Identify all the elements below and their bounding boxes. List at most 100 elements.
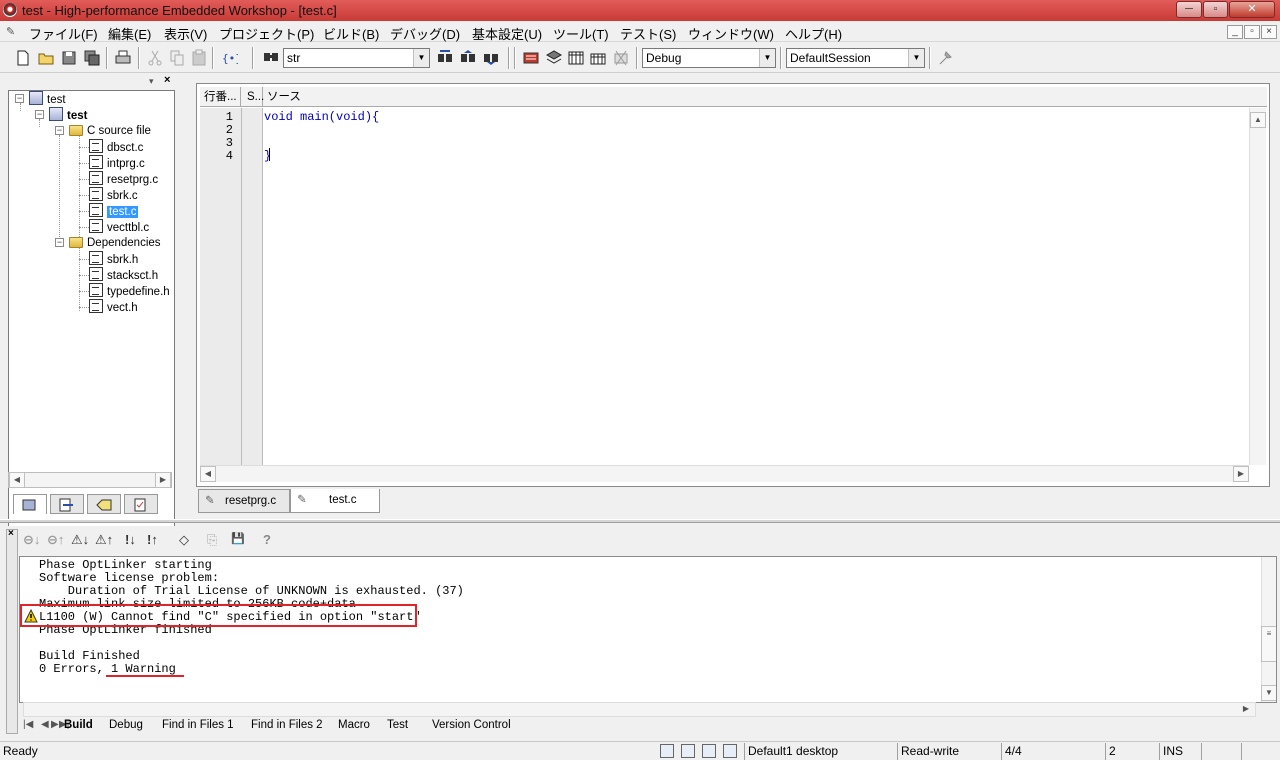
find-combo[interactable]: str ▼	[283, 48, 430, 68]
build-multiple-icon[interactable]	[589, 49, 607, 67]
close-button[interactable]: ✕	[1229, 1, 1275, 18]
chevron-down-icon[interactable]: ▼	[759, 49, 775, 67]
tab-test[interactable]	[124, 494, 158, 514]
next-warning-icon[interactable]: ⚠↓	[71, 532, 89, 548]
build-icon[interactable]	[545, 49, 563, 67]
layout-3-icon[interactable]	[702, 744, 716, 758]
code-line[interactable]: }	[264, 150, 271, 163]
minimize-button[interactable]: ─	[1176, 1, 1202, 18]
menu-test[interactable]: テスト(S)	[620, 24, 676, 43]
hew-app-icon[interactable]	[3, 3, 17, 17]
status-resize-grip[interactable]	[1241, 743, 1280, 760]
tree-file-stacksct[interactable]: stacksct.h	[89, 267, 158, 283]
layout-4-icon[interactable]	[723, 744, 737, 758]
panel-close-icon[interactable]: ×	[164, 74, 170, 86]
scroll-thumb[interactable]: ≡	[1261, 626, 1276, 662]
pane-splitter[interactable]	[0, 519, 1280, 523]
paste-icon[interactable]	[190, 49, 208, 67]
save-all-icon[interactable]	[83, 49, 101, 67]
tab-scroll-prev-icon[interactable]: ◀	[41, 716, 49, 734]
tab-templates[interactable]	[50, 494, 84, 514]
status-gutter[interactable]	[242, 108, 263, 465]
code-line[interactable]: void main(void){	[264, 111, 379, 124]
tree-project-test[interactable]: test	[49, 107, 87, 123]
help-icon[interactable]: ?	[263, 532, 271, 547]
menu-help[interactable]: ヘルプ(H)	[785, 24, 842, 43]
build-all-icon[interactable]	[567, 49, 585, 67]
tab-find-in-files-2[interactable]: Find in Files 2	[251, 716, 323, 734]
tree-workspace-test[interactable]: test	[29, 91, 66, 107]
prev-warning-icon[interactable]: ⚠↑	[95, 532, 113, 548]
tab-find-in-files-1[interactable]: Find in Files 1	[162, 716, 234, 734]
open-folder-icon[interactable]	[37, 49, 55, 67]
copy-icon[interactable]: ⎘	[207, 532, 217, 548]
tree-file-test-c[interactable]: test.c	[89, 203, 139, 219]
find-in-files-icon[interactable]	[482, 49, 500, 67]
tree-folder-c-source[interactable]: C source file	[69, 123, 151, 139]
column-status[interactable]: S...	[241, 87, 264, 107]
tab-version-control[interactable]: Version Control	[432, 716, 511, 734]
find-prev-icon[interactable]	[459, 49, 477, 67]
save-icon[interactable]	[60, 49, 78, 67]
expander-collapse[interactable]: −	[55, 126, 64, 135]
scroll-left-icon[interactable]: ◀	[200, 466, 216, 482]
close-icon[interactable]: ×	[8, 528, 14, 539]
tab-scroll-first-icon[interactable]: |◀	[23, 716, 33, 734]
tab-navigation[interactable]	[87, 494, 121, 514]
compile-icon[interactable]	[522, 49, 540, 67]
tree-file-sbrk-h[interactable]: sbrk.h	[89, 251, 138, 267]
chevron-down-icon[interactable]: ▼	[413, 49, 429, 67]
column-line-number[interactable]: 行番...	[200, 87, 241, 107]
scroll-right-icon[interactable]: ▶	[155, 472, 171, 488]
tree-file-resetprg[interactable]: resetprg.c	[89, 171, 158, 187]
expander-collapse[interactable]: −	[15, 94, 24, 103]
tab-debug[interactable]: Debug	[109, 716, 143, 734]
chevron-down-icon[interactable]: ▼	[908, 49, 924, 67]
cut-icon[interactable]	[146, 49, 164, 67]
column-source[interactable]: ソース	[263, 87, 1267, 107]
print-icon[interactable]	[114, 49, 132, 67]
workspace-horizontal-scrollbar[interactable]: ◀ ▶	[8, 472, 172, 488]
tree-file-vecttbl[interactable]: vecttbl.c	[89, 219, 149, 235]
editor-vertical-scrollbar[interactable]: ▲	[1249, 108, 1266, 465]
scroll-right-icon[interactable]: ▶	[1238, 702, 1254, 718]
tab-scroll-next-icon[interactable]: ▶	[51, 716, 59, 734]
copy-icon[interactable]	[168, 49, 186, 67]
output-text-area[interactable]: Phase OptLinker starting Software licens…	[19, 556, 1277, 703]
output-horizontal-scrollbar[interactable]: ▶	[23, 702, 1256, 717]
menu-build[interactable]: ビルド(B)	[323, 24, 379, 43]
expander-collapse[interactable]: −	[55, 238, 64, 247]
scroll-up-icon[interactable]: ▲	[1250, 112, 1266, 128]
tool-administration-icon[interactable]	[937, 49, 955, 67]
next-error-icon[interactable]: ⊖↓	[23, 532, 40, 548]
tab-test-c[interactable]: ✎ test.c	[290, 489, 380, 513]
prev-info-icon[interactable]: !↑	[147, 532, 158, 547]
menu-file[interactable]: ファイル(F)	[29, 24, 98, 43]
menu-debug[interactable]: デバッグ(D)	[390, 24, 460, 43]
build-configuration-combo[interactable]: Debug ▼	[642, 48, 776, 68]
tab-macro[interactable]: Macro	[338, 716, 370, 734]
maximize-button[interactable]: ▫	[1203, 1, 1228, 18]
mdi-close-button[interactable]: ×	[1261, 25, 1277, 39]
tree-file-typedefine[interactable]: typedefine.h	[89, 283, 170, 299]
expander-collapse[interactable]: −	[35, 110, 44, 119]
menu-window[interactable]: ウィンドウ(W)	[688, 24, 774, 43]
panel-menu-icon[interactable]: ▾	[149, 76, 154, 87]
clear-window-icon[interactable]: ◇	[179, 532, 189, 548]
session-combo[interactable]: DefaultSession ▼	[786, 48, 925, 68]
stop-build-icon[interactable]	[612, 49, 630, 67]
find-icon[interactable]	[262, 49, 280, 67]
next-info-icon[interactable]: !↓	[125, 532, 136, 547]
menu-edit[interactable]: 編集(E)	[108, 24, 151, 43]
menu-setup[interactable]: 基本設定(U)	[472, 24, 542, 43]
tree-file-sbrk-c[interactable]: sbrk.c	[89, 187, 138, 203]
layout-1-icon[interactable]	[660, 744, 674, 758]
editor-horizontal-scrollbar[interactable]: ◀ ▶	[200, 465, 1249, 482]
output-dock-handle[interactable]: ×	[6, 528, 18, 734]
tree-file-vect[interactable]: vect.h	[89, 299, 138, 315]
find-next-icon[interactable]	[436, 49, 454, 67]
scroll-left-icon[interactable]: ◀	[9, 472, 25, 488]
new-file-icon[interactable]	[14, 49, 32, 67]
prev-error-icon[interactable]: ⊖↑	[47, 532, 64, 548]
save-icon[interactable]: 💾	[231, 532, 245, 545]
